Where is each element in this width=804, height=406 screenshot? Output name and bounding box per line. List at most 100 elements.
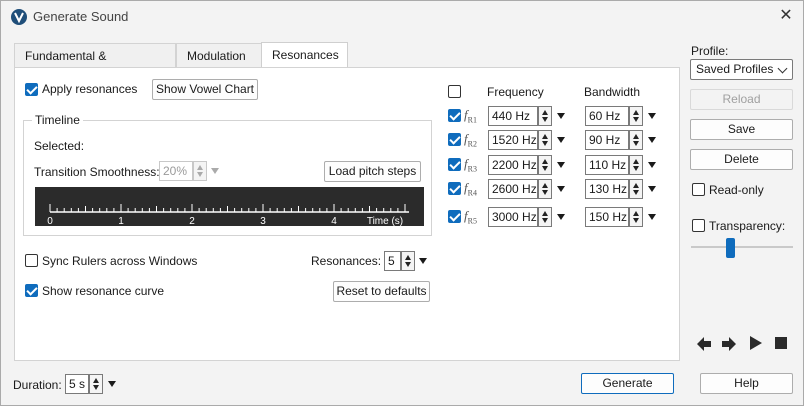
resonances-count-spinner[interactable] bbox=[401, 251, 415, 271]
transition-smoothness-dropdown-icon[interactable] bbox=[211, 168, 219, 174]
select-all-resonances-checkbox[interactable] bbox=[448, 85, 461, 98]
duration-spinner[interactable] bbox=[89, 374, 103, 394]
arrow-right-icon[interactable] bbox=[721, 336, 737, 352]
resonance-r5-bandwidth[interactable]: 150 Hz bbox=[585, 207, 629, 227]
resonances-count-label: Resonances: bbox=[311, 254, 382, 268]
play-icon[interactable] bbox=[750, 336, 762, 350]
resonance-r1-frequency[interactable]: 440 Hz bbox=[488, 106, 538, 126]
resonance-r1-checkbox[interactable] bbox=[448, 109, 461, 122]
ruler-tick-2: 2 bbox=[189, 216, 195, 226]
resonance-r4-bandwidth[interactable]: 130 Hz bbox=[585, 179, 629, 199]
resonances-count-field[interactable]: 5 bbox=[384, 251, 401, 271]
tab-resonances[interactable]: Resonances bbox=[261, 42, 348, 68]
ruler-tick-3: 3 bbox=[260, 216, 266, 226]
sync-rulers-label: Sync Rulers across Windows bbox=[42, 254, 198, 268]
tab-modulation[interactable]: Modulation bbox=[176, 43, 262, 68]
resonance-r3-bandwidth-dropdown-icon[interactable] bbox=[648, 162, 656, 168]
resonance-r4-bandwidth-spinner[interactable] bbox=[629, 179, 643, 199]
title-bar: Generate Sound ✕ bbox=[1, 1, 803, 32]
window-title: Generate Sound bbox=[33, 9, 129, 24]
timeline-ruler-svg: 0 1 2 3 4 Time (s) bbox=[47, 204, 409, 227]
resonance-r3-frequency-dropdown-icon[interactable] bbox=[557, 162, 565, 168]
ruler-tick-1: 1 bbox=[118, 216, 124, 226]
profile-select-value: Saved Profiles bbox=[696, 62, 774, 76]
resonance-r5-symbol: fR5 bbox=[464, 208, 477, 226]
generate-button[interactable]: Generate bbox=[581, 373, 674, 394]
read-only-checkbox[interactable] bbox=[692, 183, 705, 196]
transparency-slider-track[interactable] bbox=[691, 246, 793, 248]
resonance-r3-frequency-spinner[interactable] bbox=[538, 155, 552, 175]
help-button[interactable]: Help bbox=[700, 373, 793, 394]
transparency-label: Transparency: bbox=[709, 219, 786, 233]
resonance-r2-checkbox[interactable] bbox=[448, 133, 461, 146]
reset-to-defaults-button[interactable]: Reset to defaults bbox=[333, 281, 430, 302]
resonance-r3-checkbox[interactable] bbox=[448, 158, 461, 171]
profile-select[interactable]: Saved Profiles bbox=[690, 59, 793, 80]
resonance-r2-frequency[interactable]: 1520 Hz bbox=[488, 130, 538, 150]
resonances-panel: Apply resonances Show Vowel Chart Timeli… bbox=[14, 67, 680, 361]
app-logo-icon bbox=[11, 9, 27, 25]
resonance-r2-symbol: fR2 bbox=[464, 131, 477, 149]
transition-smoothness-spinner[interactable] bbox=[193, 161, 207, 181]
resonance-r4-checkbox[interactable] bbox=[448, 182, 461, 195]
resonance-r3-frequency[interactable]: 2200 Hz bbox=[488, 155, 538, 175]
resonance-r4-frequency-spinner[interactable] bbox=[538, 179, 552, 199]
resonance-r1-bandwidth[interactable]: 60 Hz bbox=[585, 106, 629, 126]
reload-button[interactable]: Reload bbox=[690, 89, 793, 110]
resonance-r1-symbol: fR1 bbox=[464, 107, 477, 125]
resonance-r1-bandwidth-dropdown-icon[interactable] bbox=[648, 113, 656, 119]
read-only-label: Read-only bbox=[709, 183, 764, 197]
bandwidth-header: Bandwidth bbox=[584, 85, 641, 99]
resonance-r1-bandwidth-spinner[interactable] bbox=[629, 106, 643, 126]
transparency-slider-thumb[interactable] bbox=[725, 238, 735, 258]
resonance-r3-bandwidth-spinner[interactable] bbox=[629, 155, 643, 175]
resonance-r3-symbol: fR3 bbox=[464, 156, 477, 174]
resonances-count-dropdown-icon[interactable] bbox=[419, 258, 427, 264]
delete-button[interactable]: Delete bbox=[690, 149, 793, 170]
resonance-r2-frequency-dropdown-icon[interactable] bbox=[557, 137, 565, 143]
tab-fundamental-overtones[interactable]: Fundamental & Overtones bbox=[14, 43, 176, 87]
resonance-r2-bandwidth[interactable]: 90 Hz bbox=[585, 130, 629, 150]
transition-smoothness-field[interactable]: 20% bbox=[159, 161, 193, 181]
duration-dropdown-icon[interactable] bbox=[108, 381, 116, 387]
ruler-tick-4: 4 bbox=[331, 216, 337, 226]
stop-icon[interactable] bbox=[775, 337, 787, 349]
duration-field[interactable]: 5 s bbox=[65, 374, 89, 394]
resonance-r2-frequency-spinner[interactable] bbox=[538, 130, 552, 150]
arrow-left-icon[interactable] bbox=[696, 336, 712, 352]
resonance-r4-frequency[interactable]: 2600 Hz bbox=[488, 179, 538, 199]
profile-label: Profile: bbox=[691, 44, 729, 58]
apply-resonances-label: Apply resonances bbox=[42, 82, 138, 96]
resonance-r2-bandwidth-dropdown-icon[interactable] bbox=[648, 137, 656, 143]
ruler-tick-0: 0 bbox=[47, 216, 53, 226]
apply-resonances-checkbox[interactable] bbox=[25, 83, 38, 96]
timeline-ruler[interactable]: 0 1 2 3 4 Time (s) bbox=[35, 187, 424, 227]
resonance-r5-frequency[interactable]: 3000 Hz bbox=[488, 207, 538, 227]
timeline-group-title: Timeline bbox=[32, 113, 83, 127]
resonance-r2-bandwidth-spinner[interactable] bbox=[629, 130, 643, 150]
generate-sound-window: Generate Sound ✕ Fundamental & Overtones… bbox=[0, 0, 804, 406]
resonance-r3-bandwidth[interactable]: 110 Hz bbox=[585, 155, 629, 175]
resonance-r5-frequency-dropdown-icon[interactable] bbox=[557, 214, 565, 220]
show-vowel-chart-button[interactable]: Show Vowel Chart bbox=[152, 79, 258, 100]
resonance-r4-bandwidth-dropdown-icon[interactable] bbox=[648, 186, 656, 192]
frequency-header: Frequency bbox=[487, 85, 544, 99]
resonance-r4-frequency-dropdown-icon[interactable] bbox=[557, 186, 565, 192]
resonance-r5-bandwidth-spinner[interactable] bbox=[629, 207, 643, 227]
resonance-r5-frequency-spinner[interactable] bbox=[538, 207, 552, 227]
resonance-r5-checkbox[interactable] bbox=[448, 210, 461, 223]
chevron-down-icon bbox=[777, 63, 788, 74]
save-button[interactable]: Save bbox=[690, 119, 793, 140]
transition-smoothness-label: Transition Smoothness: bbox=[34, 165, 160, 179]
selected-label: Selected: bbox=[34, 139, 85, 153]
show-resonance-curve-checkbox[interactable] bbox=[25, 284, 38, 297]
sync-rulers-checkbox[interactable] bbox=[25, 254, 38, 267]
resonance-r5-bandwidth-dropdown-icon[interactable] bbox=[648, 214, 656, 220]
transparency-checkbox[interactable] bbox=[692, 219, 705, 232]
close-icon[interactable]: ✕ bbox=[775, 5, 797, 27]
ruler-unit: Time (s) bbox=[367, 216, 403, 226]
resonance-r4-symbol: fR4 bbox=[464, 180, 477, 198]
resonance-r1-frequency-dropdown-icon[interactable] bbox=[557, 113, 565, 119]
load-pitch-steps-button[interactable]: Load pitch steps bbox=[324, 161, 421, 182]
resonance-r1-frequency-spinner[interactable] bbox=[538, 106, 552, 126]
